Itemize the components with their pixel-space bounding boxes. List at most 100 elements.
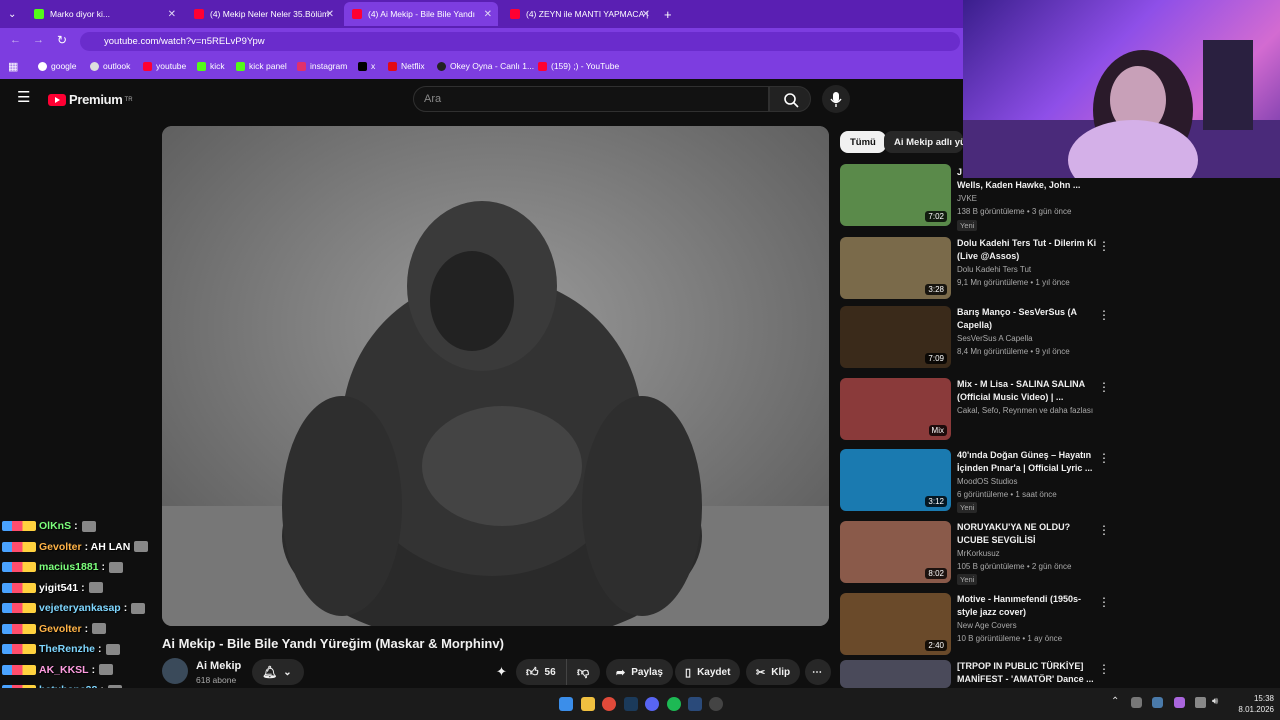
save-button[interactable]: ▯ Kaydet [675, 659, 741, 685]
discord-icon[interactable] [645, 697, 659, 711]
recommendation-thumbnail[interactable]: 8:02 [840, 521, 951, 583]
instagram-icon [297, 61, 306, 71]
youtube-logo[interactable]: Premium TR [48, 92, 133, 107]
emote-icon [88, 582, 103, 593]
apps-grid-icon[interactable]: ▦ [8, 60, 18, 73]
logo-country: TR [124, 96, 133, 103]
bookmark-x[interactable]: x [358, 61, 375, 71]
more-icon[interactable]: ⋮ [1098, 451, 1110, 465]
recommendation-thumbnail[interactable]: 3:28 [840, 237, 951, 299]
more-icon[interactable]: ⋮ [1098, 308, 1110, 322]
tab-3-active[interactable]: (4) Ai Mekip - Bile Bile Yandı ✕ [344, 2, 498, 26]
video-title: Ai Mekip - Bile Bile Yandı Yüreğim (Mask… [162, 636, 504, 651]
tray-chevron-icon[interactable]: ⌃ [1111, 696, 1119, 707]
bookmark-google[interactable]: google [38, 61, 77, 71]
recommendation-thumbnail[interactable]: 7:09 [840, 306, 951, 368]
chat-username: vejeteryankasap [39, 602, 121, 614]
obs-icon[interactable] [709, 697, 723, 711]
tab-2[interactable]: (4) Mekip Neler Neler 35.Bölüm ✕ [186, 2, 340, 26]
recommendation-title[interactable]: NORUYAKU'YA NE OLDU? UCUBE SEVGİLİSİ [957, 521, 1097, 546]
bookmark-outlook[interactable]: outlook [90, 61, 130, 71]
bookmark-netflix[interactable]: Netflix [388, 61, 425, 71]
recommendation-item[interactable]: 7:09 Barış Manço - SesVerSus (A Capella) Se… [840, 306, 1110, 370]
recommendation-item[interactable]: 8:02 NORUYAKU'YA NE OLDU? UCUBE SEVGİLİSİ M… [840, 521, 1110, 585]
dislike-button[interactable]: 👎︎ [566, 659, 600, 685]
chip-channel[interactable]: Ai Mekip adlı yük [884, 131, 963, 153]
more-icon[interactable]: ⋮ [1098, 380, 1110, 394]
share-button[interactable]: ➦ Paylaş [606, 659, 673, 685]
video-player[interactable] [162, 126, 829, 626]
recommendation-thumbnail[interactable]: 3:12 [840, 449, 951, 511]
more-icon[interactable]: ⋮ [1098, 523, 1110, 537]
recommendation-item[interactable]: Mix Mix - M Lisa - SALINA SALINA (Official… [840, 378, 1110, 442]
recommendation-thumbnail[interactable]: 2:40 [840, 593, 951, 655]
clock[interactable]: 15:38 8.01.2026 [1230, 693, 1274, 715]
tab-label: Marko diyor ki... [50, 9, 110, 19]
tab-list-button[interactable]: ⌄ [4, 2, 22, 26]
bookmark-okey[interactable]: Okey Oyna - Canlı 1... [437, 61, 534, 71]
tab-4[interactable]: (4) ZEYN ile MANTI YAPMACA | ✕ [502, 2, 656, 26]
file-explorer-icon[interactable] [581, 697, 595, 711]
clip-button[interactable]: ✂ Klip [746, 659, 801, 685]
recommendation-thumbnail[interactable]: Mix [840, 378, 951, 440]
network-icon[interactable] [1195, 697, 1206, 708]
more-icon[interactable]: ⋮ [1098, 662, 1110, 676]
search-input[interactable]: Ara [413, 86, 769, 112]
spotify-icon[interactable] [667, 697, 681, 711]
recommendation-item[interactable]: 2:40 Motive - Hanımefendi (1950s-style ja… [840, 593, 1110, 657]
tray-app-icon[interactable] [1131, 697, 1142, 708]
bookmark-instagram[interactable]: instagram [297, 61, 347, 71]
chat-username: Gevolter [39, 622, 82, 635]
bookmark-youtube-2[interactable]: (159) ;) - YouTube [538, 61, 619, 71]
new-tab-button[interactable]: + [664, 2, 680, 26]
more-icon[interactable]: ⋮ [1098, 239, 1110, 253]
recommendation-title[interactable]: Motive - Hanımefendi (1950s-style jazz c… [957, 593, 1097, 618]
more-icon[interactable]: ⋮ [1098, 595, 1110, 609]
tray-mic-icon[interactable] [1174, 697, 1185, 708]
voice-search-button[interactable] [822, 85, 850, 113]
like-button[interactable]: 👍︎ 56 [516, 659, 566, 685]
reload-icon[interactable]: ↻ [57, 33, 67, 47]
search-button[interactable] [769, 86, 811, 112]
share-icon: ➦ [616, 666, 626, 679]
close-icon[interactable]: ✕ [168, 9, 176, 20]
app-icon[interactable] [688, 697, 702, 711]
menu-icon[interactable]: ☰ [17, 90, 30, 105]
recommendation-title[interactable]: Dolu Kadehi Ters Tut - Dilerim Ki (Live @… [957, 237, 1097, 262]
close-icon[interactable]: ✕ [326, 9, 334, 20]
youtube-icon [194, 9, 204, 19]
bookmark-youtube[interactable]: youtube [143, 61, 186, 71]
back-icon[interactable]: ← [10, 34, 21, 46]
channel-avatar[interactable] [162, 658, 188, 684]
tray-steam-icon[interactable] [1152, 697, 1163, 708]
chevron-down-icon: ⌄ [283, 666, 292, 678]
recommendation-title[interactable]: Mix - M Lisa - SALINA SALINA (Official Mu… [957, 378, 1097, 403]
channel-name[interactable]: Ai Mekip [196, 660, 241, 672]
volume-icon[interactable]: 🔊︎ [1212, 696, 1218, 707]
sparkle-icon[interactable]: ✦ [496, 664, 507, 680]
recommendation-item[interactable]: 3:12 40'ında Doğan Güneş – Hayatın İçinden… [840, 449, 1110, 513]
more-actions-button[interactable]: ⋯ [805, 659, 831, 685]
bookmark-kick-panel[interactable]: kick panel [236, 61, 287, 71]
recommendation-title[interactable]: Barış Manço - SesVerSus (A Capella) [957, 306, 1097, 331]
chrome-icon[interactable] [602, 697, 616, 711]
recommendation-title[interactable]: [TRPOP IN PUBLIC TÜRKİYE] MANİFEST - 'AMA… [957, 660, 1097, 685]
url-field[interactable]: youtube.com/watch?v=n5RELvP9Ypw [80, 32, 960, 51]
x-icon [358, 61, 367, 71]
bookmark-kick[interactable]: kick [197, 61, 225, 71]
recommendation-item[interactable]: 3:28 Dolu Kadehi Ters Tut - Dilerim Ki (Li… [840, 237, 1110, 301]
kick-icon [34, 9, 44, 19]
windows-start-icon[interactable] [559, 697, 573, 711]
subscribed-button[interactable]: 🔔︎ ⌄ [252, 659, 304, 685]
chip-all[interactable]: Tümü [840, 131, 886, 153]
forward-icon[interactable]: → [33, 34, 44, 46]
steam-icon[interactable] [624, 697, 638, 711]
close-icon[interactable]: ✕ [484, 9, 492, 20]
recommendation-thumbnail[interactable] [840, 660, 951, 688]
tab-1[interactable]: Marko diyor ki... ✕ [26, 2, 182, 26]
recommendation-thumbnail[interactable]: 7:02 [840, 164, 951, 226]
recommendation-item[interactable]: [TRPOP IN PUBLIC TÜRKİYE] MANİFEST - 'AMA… [840, 660, 1110, 688]
close-icon[interactable]: ✕ [642, 9, 650, 20]
clock-time: 15:38 [1253, 694, 1274, 703]
recommendation-title[interactable]: 40'ında Doğan Güneş – Hayatın İçinden Pın… [957, 449, 1097, 474]
